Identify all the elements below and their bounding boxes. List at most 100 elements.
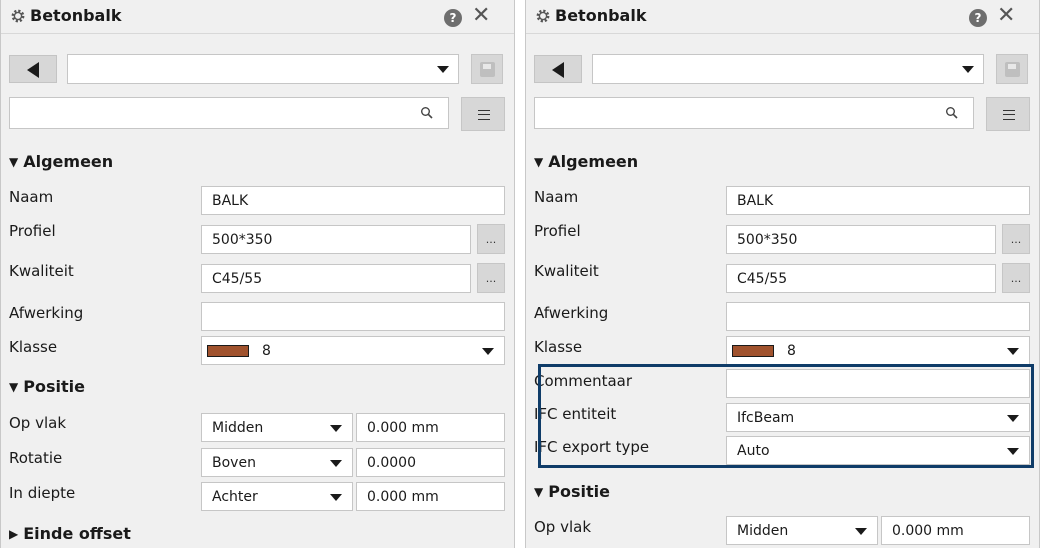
back-arrow-icon	[27, 62, 39, 78]
commentaar-field[interactable]	[726, 369, 1030, 398]
chevron-down-icon	[1007, 348, 1019, 355]
gear-icon	[11, 9, 25, 23]
ifc-export-type-dropdown[interactable]: Auto	[726, 436, 1030, 465]
op-vlak-offset-field[interactable]: 0.000 mm	[881, 516, 1030, 545]
ifc-entiteit-dropdown[interactable]: IfcBeam	[726, 403, 1030, 432]
menu-button[interactable]	[986, 97, 1030, 131]
klasse-dropdown[interactable]: 8	[201, 336, 505, 365]
back-arrow-icon	[552, 62, 564, 78]
in-diepte-offset-field[interactable]: 0.000 mm	[356, 482, 505, 511]
op-vlak-offset-field[interactable]: 0.000 mm	[356, 413, 505, 442]
collapse-arrow-icon: ▼	[534, 155, 544, 169]
hamburger-icon	[1003, 110, 1015, 120]
preset-dropdown[interactable]	[592, 54, 984, 84]
section-title: Algemeen	[548, 152, 639, 171]
navigation-bar	[526, 45, 1039, 85]
help-icon[interactable]: ?	[969, 9, 987, 27]
back-button[interactable]	[9, 55, 57, 83]
kwaliteit-field[interactable]: C45/55	[201, 264, 471, 293]
naam-field[interactable]: BALK	[726, 186, 1030, 215]
afwerking-field[interactable]	[201, 302, 505, 331]
klasse-value: 8	[787, 343, 796, 359]
search-input[interactable]	[534, 97, 974, 129]
properties-panel-right: Betonbalk ? ✕ ▼ Algemeen Naam BALK Profie…	[525, 0, 1040, 548]
label-profiel: Profiel	[534, 222, 581, 240]
chevron-down-icon	[1007, 448, 1019, 455]
section-title: Positie	[548, 482, 610, 501]
label-klasse: Klasse	[534, 338, 583, 356]
menu-button[interactable]	[461, 97, 505, 131]
label-in-diepte: In diepte	[9, 484, 76, 502]
klasse-color-swatch	[207, 345, 249, 357]
profiel-browse-button[interactable]: ...	[1002, 224, 1030, 254]
label-rotatie: Rotatie	[9, 449, 63, 467]
klasse-value: 8	[262, 343, 271, 359]
label-profiel: Profiel	[9, 222, 56, 240]
in-diepte-dropdown[interactable]: Achter	[201, 482, 353, 511]
label-kwaliteit: Kwaliteit	[534, 262, 599, 280]
label-afwerking: Afwerking	[9, 304, 84, 322]
back-button[interactable]	[534, 55, 582, 83]
properties-panel-left: Betonbalk ? ✕ ▼ Algemeen Naam BALK Profie…	[0, 0, 515, 548]
ifc-export-type-value: Auto	[737, 443, 770, 459]
label-ifc-entiteit: IFC entiteit	[534, 405, 617, 423]
in-diepte-value: Achter	[212, 489, 258, 505]
rotatie-dropdown[interactable]: Boven	[201, 448, 353, 477]
label-ifc-export-type: IFC export type	[534, 438, 650, 456]
profiel-field[interactable]: 500*350	[726, 225, 996, 254]
op-vlak-value: Midden	[737, 523, 789, 539]
rotatie-offset-field[interactable]: 0.0000	[356, 448, 505, 477]
ifc-entiteit-value: IfcBeam	[737, 410, 795, 426]
label-naam: Naam	[534, 188, 579, 206]
section-title: Positie	[23, 377, 85, 396]
kwaliteit-browse-button[interactable]: ...	[1002, 263, 1030, 293]
chevron-down-icon	[437, 66, 449, 73]
section-title: Einde offset	[23, 524, 131, 543]
save-button[interactable]	[996, 54, 1028, 84]
close-icon[interactable]: ✕	[997, 5, 1015, 27]
klasse-color-swatch	[732, 345, 774, 357]
section-algemeen[interactable]: ▼ Algemeen	[9, 152, 113, 171]
chevron-down-icon	[330, 425, 342, 432]
close-icon[interactable]: ✕	[472, 5, 490, 27]
help-icon[interactable]: ?	[444, 9, 462, 27]
gear-icon	[536, 9, 550, 23]
op-vlak-dropdown[interactable]: Midden	[726, 516, 878, 545]
chevron-down-icon	[1007, 415, 1019, 422]
search-icon	[421, 107, 433, 119]
op-vlak-value: Midden	[212, 420, 264, 436]
label-klasse: Klasse	[9, 338, 58, 356]
section-einde-offset[interactable]: ▶ Einde offset	[9, 524, 131, 543]
section-positie[interactable]: ▼ Positie	[534, 482, 610, 501]
panel-titlebar: Betonbalk ? ✕	[526, 0, 1039, 34]
expand-arrow-icon: ▶	[9, 527, 19, 541]
afwerking-field[interactable]	[726, 302, 1030, 331]
op-vlak-dropdown[interactable]: Midden	[201, 413, 353, 442]
chevron-down-icon	[330, 494, 342, 501]
kwaliteit-field[interactable]: C45/55	[726, 264, 996, 293]
save-button[interactable]	[471, 54, 503, 84]
save-icon	[480, 62, 495, 77]
label-op-vlak: Op vlak	[9, 414, 67, 432]
section-positie[interactable]: ▼ Positie	[9, 377, 85, 396]
collapse-arrow-icon: ▼	[9, 155, 19, 169]
search-input[interactable]	[9, 97, 449, 129]
collapse-arrow-icon: ▼	[534, 485, 544, 499]
klasse-dropdown[interactable]: 8	[726, 336, 1030, 365]
search-icon	[946, 107, 958, 119]
chevron-down-icon	[482, 348, 494, 355]
save-icon	[1005, 62, 1020, 77]
kwaliteit-browse-button[interactable]: ...	[477, 263, 505, 293]
chevron-down-icon	[330, 460, 342, 467]
profiel-browse-button[interactable]: ...	[477, 224, 505, 254]
profiel-field[interactable]: 500*350	[201, 225, 471, 254]
panel-title: Betonbalk	[30, 6, 122, 25]
label-afwerking: Afwerking	[534, 304, 609, 322]
label-naam: Naam	[9, 188, 54, 206]
naam-field[interactable]: BALK	[201, 186, 505, 215]
preset-dropdown[interactable]	[67, 54, 459, 84]
label-kwaliteit: Kwaliteit	[9, 262, 74, 280]
section-algemeen[interactable]: ▼ Algemeen	[534, 152, 638, 171]
section-title: Algemeen	[23, 152, 114, 171]
panel-title: Betonbalk	[555, 6, 647, 25]
